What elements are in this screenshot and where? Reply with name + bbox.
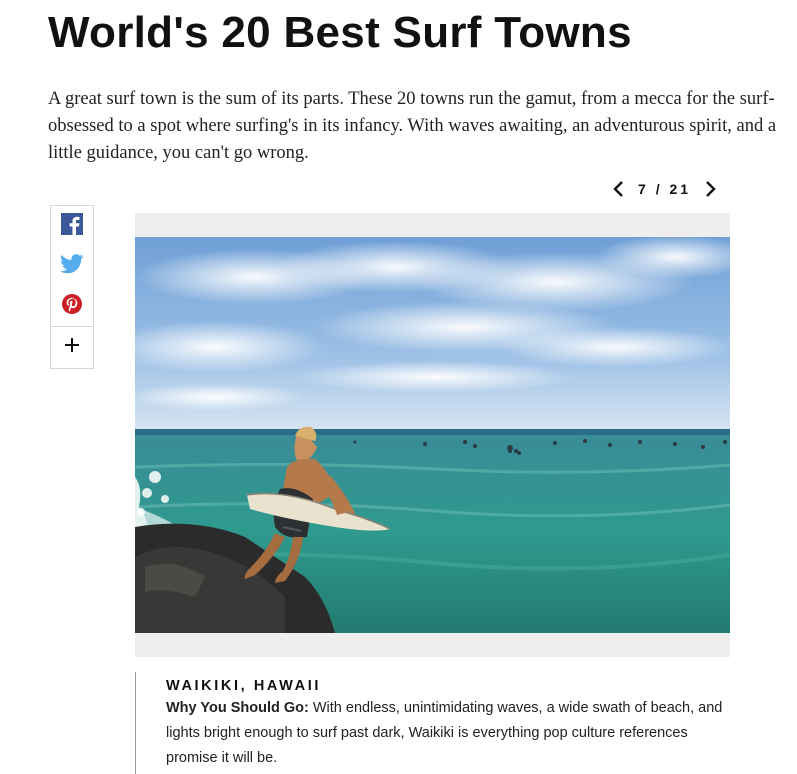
plus-icon [64, 337, 80, 358]
slide-description: Why You Should Go: With endless, unintim… [166, 696, 735, 771]
share-more-button[interactable] [51, 326, 93, 368]
twitter-icon [60, 253, 84, 279]
slide-location: WAIKIKI, HAWAII [166, 678, 321, 694]
slide-photo-frame [135, 213, 730, 657]
slide-current: 7 [638, 181, 649, 197]
intro-paragraph: A great surf town is the sum of its part… [48, 89, 777, 163]
slide-separator: / [655, 181, 663, 197]
page-title: World's 20 Best Surf Towns [48, 8, 632, 57]
chevron-right-icon[interactable] [701, 178, 719, 200]
share-bar [50, 205, 94, 369]
slide-total: 21 [669, 181, 692, 197]
chevron-left-icon[interactable] [610, 178, 628, 200]
share-pinterest-button[interactable] [51, 286, 93, 326]
share-facebook-button[interactable] [51, 206, 93, 246]
why-label: Why You Should Go: [166, 700, 309, 716]
facebook-icon [61, 212, 83, 240]
slide-counter: 7 / 21 [638, 181, 691, 197]
slide-caption: WAIKIKI, HAWAII Why You Should Go: With … [135, 672, 735, 774]
surfer-photo[interactable] [135, 237, 730, 633]
share-twitter-button[interactable] [51, 246, 93, 286]
slideshow-pager: 7 / 21 [610, 178, 719, 200]
pinterest-icon [62, 293, 82, 319]
